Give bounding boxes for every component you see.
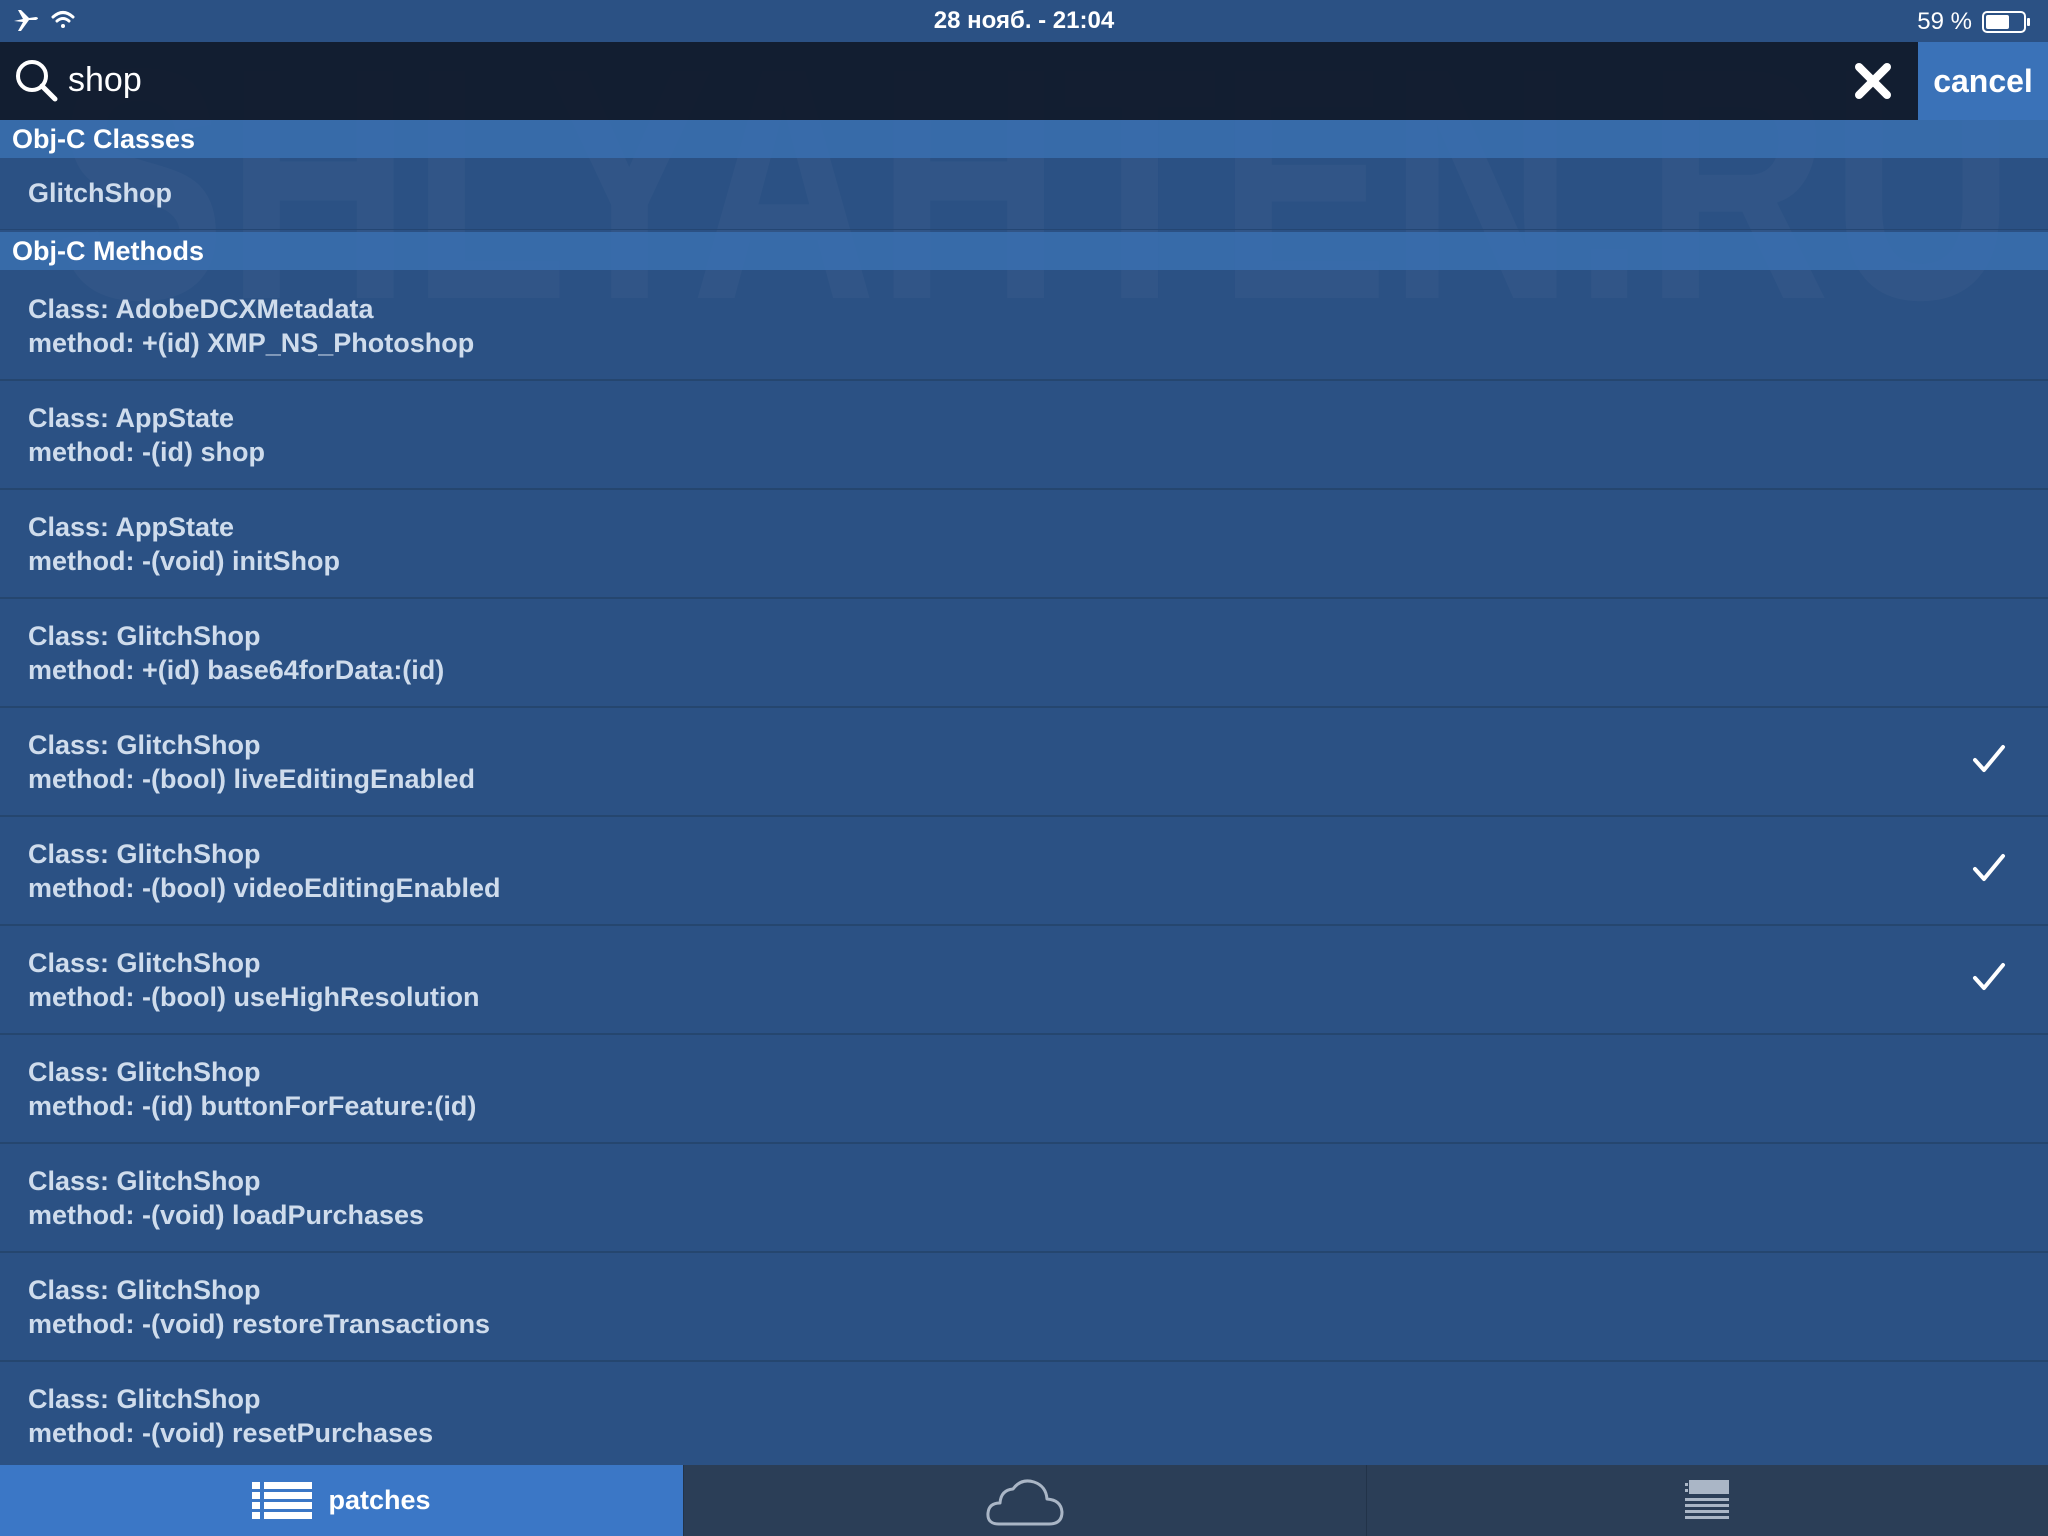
battery-percent: 59 %: [1917, 8, 1972, 35]
row-method-name: method: -(id) buttonForFeature:(id): [28, 1091, 477, 1121]
clear-search-button[interactable]: [1848, 56, 1898, 106]
row-method-name: method: -(void) resetPurchases: [28, 1418, 434, 1448]
method-row[interactable]: Class: AdobeDCXMetadata method: +(id) XM…: [0, 272, 2048, 381]
tab-cloud[interactable]: [683, 1465, 1366, 1536]
row-class-name: Class: GlitchShop: [28, 839, 261, 869]
cloud-icon: [986, 1478, 1064, 1525]
row-class-name: Class: GlitchShop: [28, 621, 261, 651]
tab-patches-label: patches: [328, 1485, 431, 1515]
cancel-button[interactable]: cancel: [1918, 42, 2048, 120]
search-input[interactable]: [68, 54, 1828, 106]
tab-bar: patches: [0, 1465, 2048, 1536]
row-class-name: Class: GlitchShop: [28, 1057, 261, 1087]
row-class-name: Class: GlitchShop: [28, 730, 261, 760]
method-row[interactable]: Class: GlitchShop method: -(bool) videoE…: [0, 817, 2048, 926]
method-row[interactable]: Class: GlitchShop method: -(id) buttonFo…: [0, 1035, 2048, 1144]
row-method-name: method: -(bool) videoEditingEnabled: [28, 873, 501, 903]
status-bar: 28 нояб. - 21:04 59 %: [0, 0, 2048, 42]
row-class-name: Class: GlitchShop: [28, 948, 261, 978]
row-method-name: method: -(void) restoreTransactions: [28, 1309, 491, 1339]
row-class-name: Class: GlitchShop: [28, 1166, 261, 1196]
method-row[interactable]: Class: GlitchShop method: -(void) loadPu…: [0, 1144, 2048, 1253]
method-row[interactable]: Class: AppState method: -(void) initShop: [0, 490, 2048, 599]
method-row[interactable]: Class: GlitchShop method: -(bool) liveEd…: [0, 708, 2048, 817]
section-header-classes: Obj-C Classes: [0, 120, 2048, 158]
row-class-name: Class: AppState: [28, 512, 235, 542]
checkmark-icon: [1973, 745, 2005, 772]
screen: SHLYAHTEN.RU 28 нояб. - 21:04 59 % shop …: [0, 0, 2048, 1536]
row-method-name: method: -(void) initShop: [28, 546, 340, 576]
row-method-name: method: -(bool) useHighResolution: [28, 982, 480, 1012]
method-row[interactable]: Class: GlitchShop method: -(void) resetP…: [0, 1362, 2048, 1471]
method-row[interactable]: Class: GlitchShop method: -(bool) useHig…: [0, 926, 2048, 1035]
tab-patches[interactable]: patches: [0, 1465, 683, 1536]
checkmark-icon: [1973, 963, 2005, 990]
search-icon: [16, 60, 58, 102]
row-method-name: method: -(bool) liveEditingEnabled: [28, 764, 475, 794]
row-class-name: Class: AdobeDCXMetadata: [28, 294, 374, 324]
row-class-name: Class: GlitchShop: [28, 1384, 261, 1414]
checkmark-icon: [1973, 854, 2005, 881]
row-method-name: method: -(id) shop: [28, 437, 265, 467]
class-row-label: GlitchShop: [28, 178, 172, 208]
status-right: 59 %: [1917, 7, 2032, 37]
row-method-name: method: -(void) loadPurchases: [28, 1200, 425, 1230]
row-class-name: Class: AppState: [28, 403, 235, 433]
status-time: 28 нояб. - 21:04: [933, 7, 1115, 34]
method-row[interactable]: Class: GlitchShop method: +(id) base64fo…: [0, 599, 2048, 708]
battery-icon: [1982, 11, 2030, 33]
row-method-name: method: +(id) XMP_NS_Photoshop: [28, 328, 475, 358]
search-bar: cancel: [0, 42, 2048, 120]
log-icon: [1685, 1479, 1729, 1519]
method-row[interactable]: Class: AppState method: -(id) shop: [0, 381, 2048, 490]
method-list: Class: AdobeDCXMetadata method: +(id) XM…: [0, 272, 2048, 1471]
list-icon: [252, 1481, 313, 1519]
close-icon: [1855, 63, 1891, 99]
row-method-name: method: +(id) base64forData:(id): [28, 655, 445, 685]
tab-log[interactable]: [1366, 1465, 2048, 1536]
method-row[interactable]: Class: GlitchShop method: -(void) restor…: [0, 1253, 2048, 1362]
row-class-name: Class: GlitchShop: [28, 1275, 261, 1305]
section-header-methods: Obj-C Methods: [0, 232, 2048, 270]
class-row-glitchshop[interactable]: GlitchShop: [0, 158, 2048, 230]
